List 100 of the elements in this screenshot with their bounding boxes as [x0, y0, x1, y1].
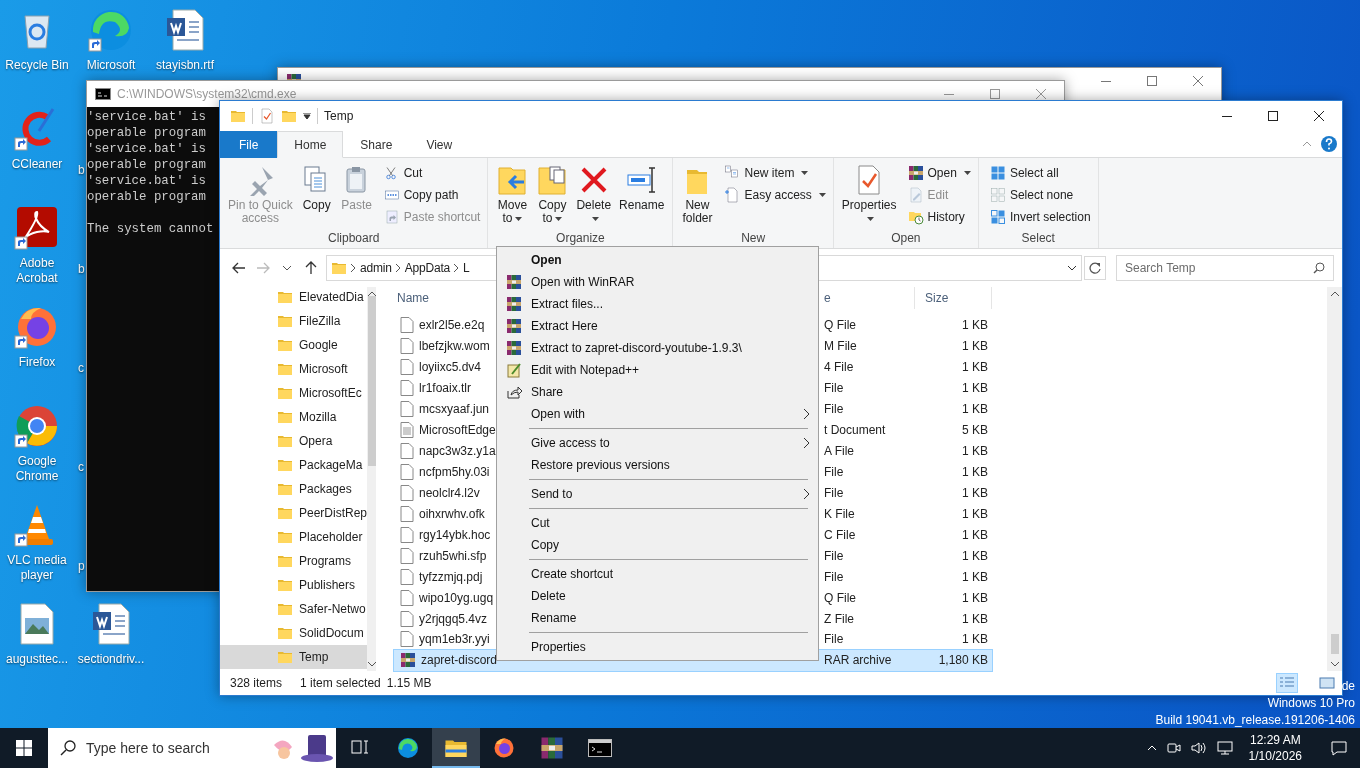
- file-type: File: [823, 569, 845, 584]
- file-type: K File: [823, 506, 856, 521]
- file-type: File: [823, 485, 845, 500]
- file-type: File: [823, 402, 845, 417]
- terminal-line: operable program: [87, 125, 206, 141]
- file-name: mcsxyaaf.jun: [419, 402, 490, 417]
- terminal-line: 'service.bat' is: [87, 109, 206, 125]
- file-type: M File: [823, 339, 858, 354]
- folder-name: Safer-Netwo: [299, 602, 366, 616]
- file-type: 4 File: [823, 360, 855, 375]
- watermark-text: Windows 10 Pro: [1267, 695, 1355, 712]
- file-name: rgy14ybk.hoc: [419, 527, 491, 542]
- file-size: 1 KB: [961, 444, 989, 459]
- group-label: Clipboard: [327, 230, 381, 247]
- file-name: napc3w3z.y1a: [419, 444, 496, 459]
- folder-name: PackageMa: [299, 458, 363, 472]
- item-count: 328 items: [230, 676, 283, 690]
- file-size: 1 KB: [961, 318, 989, 333]
- file-name: exlr2l5e.e2q: [419, 318, 485, 333]
- file-size: 1 KB: [961, 632, 989, 647]
- terminal-line: 'service.bat' is: [87, 173, 206, 189]
- terminal-line: The system cannot: [87, 221, 214, 237]
- file-name: lr1foaix.tlr: [419, 381, 471, 396]
- file-type: RAR archive: [823, 653, 893, 668]
- icon-label: Google Chrome: [14, 454, 60, 484]
- file-type: A File: [823, 444, 855, 459]
- icon-label: CCleaner: [11, 157, 63, 172]
- file-type: File: [823, 548, 845, 563]
- file-name: MicrosoftEdge: [419, 423, 496, 438]
- folder-name: Programs: [299, 554, 351, 568]
- folder-name: Temp: [299, 650, 329, 664]
- window-title: C:\WINDOWS\system32\cmd.exe: [117, 87, 297, 101]
- file-size: 1 KB: [961, 360, 989, 375]
- folder-name: Publishers: [299, 578, 356, 592]
- folder-name: PeerDistRep: [299, 506, 368, 520]
- watermark-text: Build 19041.vb_release.191206-1406: [1155, 712, 1355, 729]
- icon-label: Firefox: [18, 355, 56, 370]
- file-type: File: [823, 464, 845, 479]
- group-label: New: [740, 230, 767, 247]
- window-title: Temp: [324, 109, 354, 123]
- file-size: 1 KB: [961, 548, 989, 563]
- icon-label: VLC media player: [6, 553, 68, 583]
- file-name: tyfzzmjq.pdj: [419, 569, 483, 584]
- file-size: 1 KB: [961, 339, 989, 354]
- icon-label: Microsoft: [86, 58, 136, 73]
- file-size: 1 KB: [961, 402, 989, 417]
- folder-name: FileZilla: [299, 314, 341, 328]
- file-type: t Document: [823, 423, 887, 438]
- icon-label: b: [78, 163, 85, 178]
- file-size: 1 KB: [961, 464, 989, 479]
- file-type: Q File: [823, 590, 857, 605]
- file-type: File: [823, 381, 845, 396]
- icon-label: sectiondriv...: [77, 652, 145, 667]
- file-name: yqm1eb3r.yyi: [419, 632, 490, 647]
- file-size: 1 KB: [961, 485, 989, 500]
- folder-name: Packages: [299, 482, 352, 496]
- selection-info: 1 item selected: [300, 676, 381, 690]
- folder-name: ElevatedDia: [299, 290, 364, 304]
- folder-name: SolidDocum: [299, 626, 364, 640]
- terminal-line: operable program: [87, 189, 206, 205]
- file-size: 1 KB: [961, 590, 989, 605]
- file-size: 1 KB: [961, 569, 989, 584]
- file-name: ncfpm5hy.03i: [419, 464, 490, 479]
- file-type: File: [823, 632, 845, 647]
- icon-label: p: [78, 559, 85, 574]
- file-name: loyiixc5.dv4: [419, 360, 482, 375]
- icon-label: augusttec...: [5, 652, 68, 667]
- group-label: Open: [890, 230, 922, 247]
- file-size: 1 KB: [961, 611, 989, 626]
- file-size: 5 KB: [961, 423, 989, 438]
- file-size: 1 KB: [961, 527, 989, 542]
- file-name: neolclr4.l2v: [419, 485, 480, 500]
- file-type: Q File: [823, 318, 857, 333]
- selection-size: 1.15 MB: [386, 676, 432, 690]
- file-name: wipo10yg.ugq: [419, 590, 494, 605]
- file-name: zapret-discord: [421, 653, 498, 668]
- file-size: 1,180 KB: [937, 653, 989, 668]
- file-size: 1 KB: [961, 381, 989, 396]
- file-type: Z File: [823, 611, 855, 626]
- terminal-line: operable program: [87, 157, 206, 173]
- folder-name: Google: [299, 338, 338, 352]
- icon-label: stayisbn.rtf: [156, 58, 214, 73]
- watermark-text: de: [1341, 678, 1355, 695]
- icon-label: c: [78, 361, 84, 376]
- folder-name: Mozilla: [299, 410, 337, 424]
- icon-label: b: [78, 262, 85, 277]
- folder-name: MicrosoftEc: [299, 386, 362, 400]
- file-type: C File: [823, 527, 857, 542]
- group-label: Select: [1020, 230, 1056, 247]
- icon-label: c: [78, 460, 84, 475]
- file-name: oihxrwhv.ofk: [419, 506, 485, 521]
- icon-label: Recycle Bin: [5, 58, 69, 73]
- folder-name: Microsoft: [299, 362, 348, 376]
- file-name: lbefzjkw.wom: [419, 339, 490, 354]
- file-name: y2rjqgq5.4vz: [419, 611, 488, 626]
- folder-name: Opera: [299, 434, 333, 448]
- file-name: rzuh5whi.sfp: [419, 548, 487, 563]
- file-size: 1 KB: [961, 506, 989, 521]
- terminal-line: 'service.bat' is: [87, 141, 206, 157]
- icon-label: Adobe Acrobat: [15, 256, 59, 286]
